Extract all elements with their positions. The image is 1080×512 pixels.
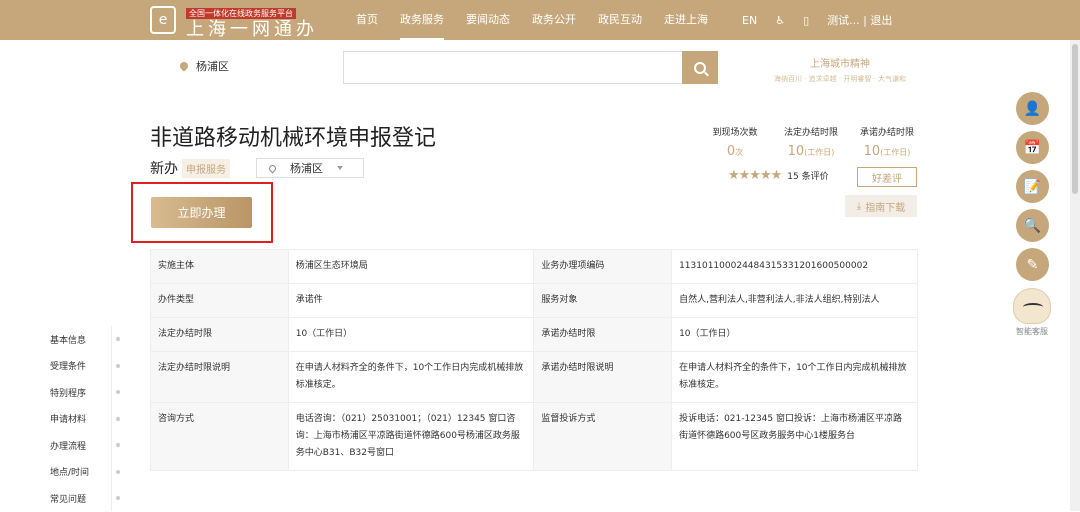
city-spirit-subtitle: 海纳百川 · 追求卓越 · 开明睿智 · 大气谦和	[773, 75, 907, 83]
service-type-label: 新办	[150, 161, 178, 177]
district-dropdown[interactable]: 杨浦区	[256, 158, 364, 178]
table-key: 法定办结时限	[150, 317, 289, 352]
calendar-icon[interactable]: 📅	[1016, 131, 1049, 164]
dot-icon	[116, 416, 120, 421]
review-count[interactable]: 15 条评价	[787, 169, 828, 182]
side-nav: 基本信息 受理条件 特别程序 申请材料 办理流程 地点/时间 常见问题	[50, 326, 120, 512]
apply-now-button[interactable]: 立即办理	[151, 197, 252, 228]
assistant-avatar-icon	[1013, 288, 1051, 324]
stat-legal-deadline: 法定办结时限 10(工作日)	[783, 128, 838, 159]
dot-icon	[116, 496, 120, 501]
chevron-down-icon	[337, 166, 343, 170]
table-key: 办件类型	[150, 283, 289, 318]
table-key: 承诺办结时限说明	[533, 351, 673, 403]
location-label: 杨浦区	[196, 60, 229, 73]
city-spirit-title: 上海城市精神	[810, 59, 870, 70]
dot-icon	[116, 443, 120, 448]
site-logo[interactable]: e 全国一体化在线政务服务平台 上海一网通办	[150, 4, 318, 39]
star-rating-icon: ★★★★★	[728, 168, 782, 183]
table-value: 在申请人材料齐全的条件下，10个工作日内完成机械排放标准核定。	[287, 351, 535, 403]
service-stats: 到现场次数 0次 法定办结时限 10(工作日) 承诺办结时限 10(工作日)	[700, 125, 922, 159]
table-row: 咨询方式 电话咨询：（021）25031001；（021）12345 窗口咨询：…	[150, 402, 918, 471]
table-key: 法定办结时限说明	[150, 351, 289, 403]
table-row: 实施主体 杨浦区生态环境局 业务办理项编码 113101100024484315…	[150, 249, 918, 284]
table-row: 法定办结时限 10（工作日） 承诺办结时限 10（工作日）	[150, 317, 918, 352]
table-value: 投诉电话：021-12345 窗口投诉：上海市杨浦区平凉路街道怀德路600号区政…	[671, 402, 918, 471]
search-button[interactable]	[682, 51, 718, 84]
side-nav-faq[interactable]: 常见问题	[50, 485, 120, 512]
table-value: 承诺件	[287, 283, 535, 318]
nav-interaction[interactable]: 政民互动	[598, 0, 642, 40]
side-nav-special-procedure[interactable]: 特别程序	[50, 379, 120, 406]
top-navigation-bar: e 全国一体化在线政务服务平台 上海一网通办 首页 政务服务 要闻动态 政务公开…	[0, 0, 1080, 40]
table-value: 杨浦区生态环境局	[287, 249, 535, 284]
search-icon	[694, 61, 706, 74]
table-key: 承诺办结时限	[533, 317, 673, 352]
search-icon[interactable]: 🔍	[1016, 209, 1049, 242]
table-key: 咨询方式	[150, 402, 289, 471]
table-row: 法定办结时限说明 在申请人材料齐全的条件下，10个工作日内完成机械排放标准核定。…	[150, 351, 918, 403]
service-info-table: 实施主体 杨浦区生态环境局 业务办理项编码 113101100024484315…	[150, 249, 918, 471]
table-value: 在申请人材料齐全的条件下，10个工作日内完成机械排放标准核定。	[671, 351, 918, 403]
stat-visits: 到现场次数 0次	[712, 128, 758, 159]
download-icon: ⤓	[856, 200, 862, 212]
smart-assistant[interactable]: 智能客服	[1012, 288, 1052, 337]
side-nav-conditions[interactable]: 受理条件	[50, 353, 120, 380]
language-switch[interactable]: EN	[742, 14, 757, 27]
edit-icon[interactable]: ✎	[1016, 248, 1049, 281]
stat-promised-deadline: 承诺办结时限 10(工作日)	[859, 128, 914, 159]
side-nav-basic-info[interactable]: 基本信息	[50, 326, 120, 353]
rating-summary: ★★★★★ 15 条评价	[728, 168, 829, 183]
dot-icon	[116, 337, 120, 342]
table-key: 实施主体	[150, 249, 289, 284]
page-title: 非道路移动机械环境申报登记	[150, 126, 437, 151]
user-icon[interactable]: 👤	[1016, 92, 1049, 125]
user-logout[interactable]: 测试... | 退出	[827, 12, 892, 28]
side-nav-materials[interactable]: 申请材料	[50, 406, 120, 433]
side-nav-location-time[interactable]: 地点/时间	[50, 459, 120, 486]
location-pin-icon	[267, 163, 278, 173]
accessibility-icon[interactable]: ♿	[775, 14, 785, 27]
table-key: 服务对象	[533, 283, 673, 318]
side-nav-process[interactable]: 办理流程	[50, 432, 120, 459]
nav-about-shanghai[interactable]: 走进上海	[664, 0, 708, 40]
table-value: 电话咨询：（021）25031001；（021）12345 窗口咨询：上海市杨浦…	[287, 402, 535, 471]
dot-icon	[116, 390, 120, 395]
district-dropdown-value: 杨浦区	[290, 162, 323, 175]
nav-government-services[interactable]: 政务服务	[400, 0, 444, 40]
logo-tagline: 全国一体化在线政务服务平台	[186, 7, 296, 19]
location-selector[interactable]: 杨浦区	[178, 58, 229, 74]
table-row: 办件类型 承诺件 服务对象 自然人,营利法人,非营利法人,非法人组织,特别法人	[150, 283, 918, 318]
location-pin-icon	[178, 60, 190, 72]
document-icon[interactable]: 📝	[1016, 170, 1049, 203]
logo-emblem-icon: e	[150, 6, 176, 34]
table-value: 10（工作日）	[671, 317, 918, 352]
floating-toolbar: 👤 📅 📝 🔍 ✎	[1016, 92, 1049, 287]
search-input[interactable]	[343, 51, 718, 84]
nav-news[interactable]: 要闻动态	[466, 0, 510, 40]
review-button[interactable]: 好差评	[857, 167, 917, 187]
table-value: 自然人,营利法人,非营利法人,非法人组织,特别法人	[671, 283, 918, 318]
main-nav: 首页 政务服务 要闻动态 政务公开 政民互动 走进上海	[356, 0, 730, 40]
assistant-label: 智能客服	[1016, 327, 1048, 336]
city-spirit-banner: 上海城市精神 海纳百川 · 追求卓越 · 开明睿智 · 大气谦和	[760, 55, 920, 84]
table-key: 业务办理项编码	[533, 249, 673, 284]
nav-home[interactable]: 首页	[356, 0, 378, 40]
table-value: 10（工作日）	[287, 317, 535, 352]
nav-public-affairs[interactable]: 政务公开	[532, 0, 576, 40]
table-key: 监督投诉方式	[533, 402, 673, 471]
dot-icon	[116, 469, 120, 474]
logo-title: 上海一网通办	[186, 18, 318, 40]
scrollbar-thumb[interactable]	[1072, 44, 1078, 194]
dot-icon	[116, 363, 120, 368]
guide-download-button[interactable]: ⤓ 指南下载	[845, 195, 917, 217]
service-category-tag: 申报服务	[182, 158, 230, 178]
table-value: 11310110002448431533120160050000​2	[671, 249, 918, 284]
mobile-icon[interactable]: ▯	[803, 14, 809, 27]
